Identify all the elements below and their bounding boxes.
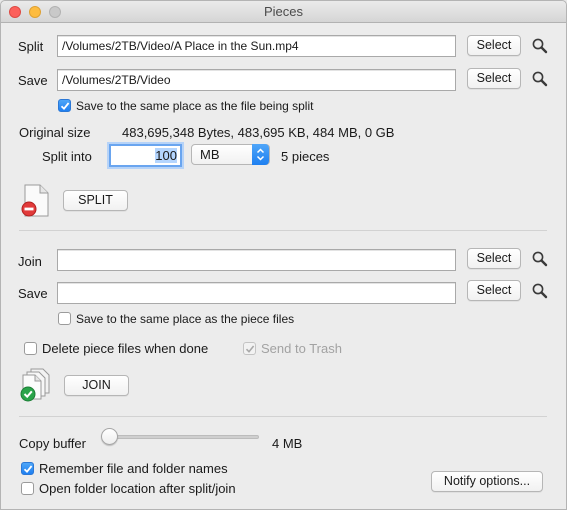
- send-to-trash-checkbox[interactable]: [243, 342, 256, 355]
- section-divider: [19, 416, 547, 417]
- original-size-value: 483,695,348 Bytes, 483,695 KB, 484 MB, 0…: [122, 125, 395, 140]
- split-file-label: Split: [18, 39, 44, 54]
- copy-buffer-slider-thumb[interactable]: [101, 428, 118, 445]
- join-button[interactable]: JOIN: [64, 375, 129, 396]
- open-folder-label: Open folder location after split/join: [39, 481, 236, 496]
- checkmark-icon: [60, 102, 70, 111]
- split-file-field[interactable]: /Volumes/2TB/Video/A Place in the Sun.mp…: [57, 35, 456, 57]
- titlebar: Pieces: [1, 1, 566, 23]
- join-save-select-button[interactable]: Select: [467, 280, 521, 301]
- join-documents-icon: [20, 368, 50, 402]
- split-same-place-checkbox[interactable]: [58, 99, 71, 112]
- split-into-label: Split into: [42, 149, 92, 164]
- join-save-label: Save: [18, 286, 48, 301]
- join-same-place-checkbox[interactable]: [58, 312, 71, 325]
- unit-select-stepper[interactable]: [252, 144, 269, 165]
- magnifier-icon[interactable]: [531, 70, 549, 88]
- send-to-trash-label: Send to Trash: [261, 341, 342, 356]
- copy-buffer-slider-track[interactable]: [107, 435, 259, 439]
- split-save-label: Save: [18, 73, 48, 88]
- open-folder-checkbox[interactable]: [21, 482, 34, 495]
- split-into-value: 100: [155, 148, 177, 163]
- magnifier-icon[interactable]: [531, 250, 549, 268]
- join-same-place-label: Save to the same place as the piece file…: [76, 312, 295, 326]
- checkmark-icon: [23, 465, 33, 474]
- notify-options-button[interactable]: Notify options...: [431, 471, 543, 492]
- join-file-field[interactable]: [57, 249, 456, 271]
- split-into-input[interactable]: 100: [109, 144, 182, 167]
- split-save-field[interactable]: /Volumes/2TB/Video: [57, 69, 456, 91]
- section-divider: [19, 230, 547, 231]
- unit-select-value: MB: [200, 147, 220, 162]
- remember-names-label: Remember file and folder names: [39, 461, 228, 476]
- magnifier-icon[interactable]: [531, 37, 549, 55]
- remember-names-checkbox[interactable]: [21, 462, 34, 475]
- magnifier-icon[interactable]: [531, 282, 549, 300]
- pieces-window: Pieces Split /Volumes/2TB/Video/A Place …: [0, 0, 567, 510]
- split-button[interactable]: SPLIT: [63, 190, 128, 211]
- split-file-select-button[interactable]: Select: [467, 35, 521, 56]
- copy-buffer-label: Copy buffer: [19, 436, 86, 451]
- pieces-count: 5 pieces: [281, 149, 330, 164]
- join-file-select-button[interactable]: Select: [467, 248, 521, 269]
- split-same-place-label: Save to the same place as the file being…: [76, 99, 314, 113]
- window-title: Pieces: [263, 4, 304, 19]
- unit-select[interactable]: MB: [191, 144, 270, 165]
- delete-pieces-checkbox[interactable]: [24, 342, 37, 355]
- split-document-icon: [21, 184, 49, 217]
- copy-buffer-value: 4 MB: [272, 436, 303, 451]
- join-file-label: Join: [18, 254, 42, 269]
- checkmark-icon: [245, 345, 255, 353]
- join-save-field[interactable]: [57, 282, 456, 304]
- original-size-label: Original size: [19, 125, 91, 140]
- delete-pieces-label: Delete piece files when done: [42, 341, 209, 356]
- chevron-updown-icon: [256, 148, 265, 161]
- split-save-select-button[interactable]: Select: [467, 68, 521, 89]
